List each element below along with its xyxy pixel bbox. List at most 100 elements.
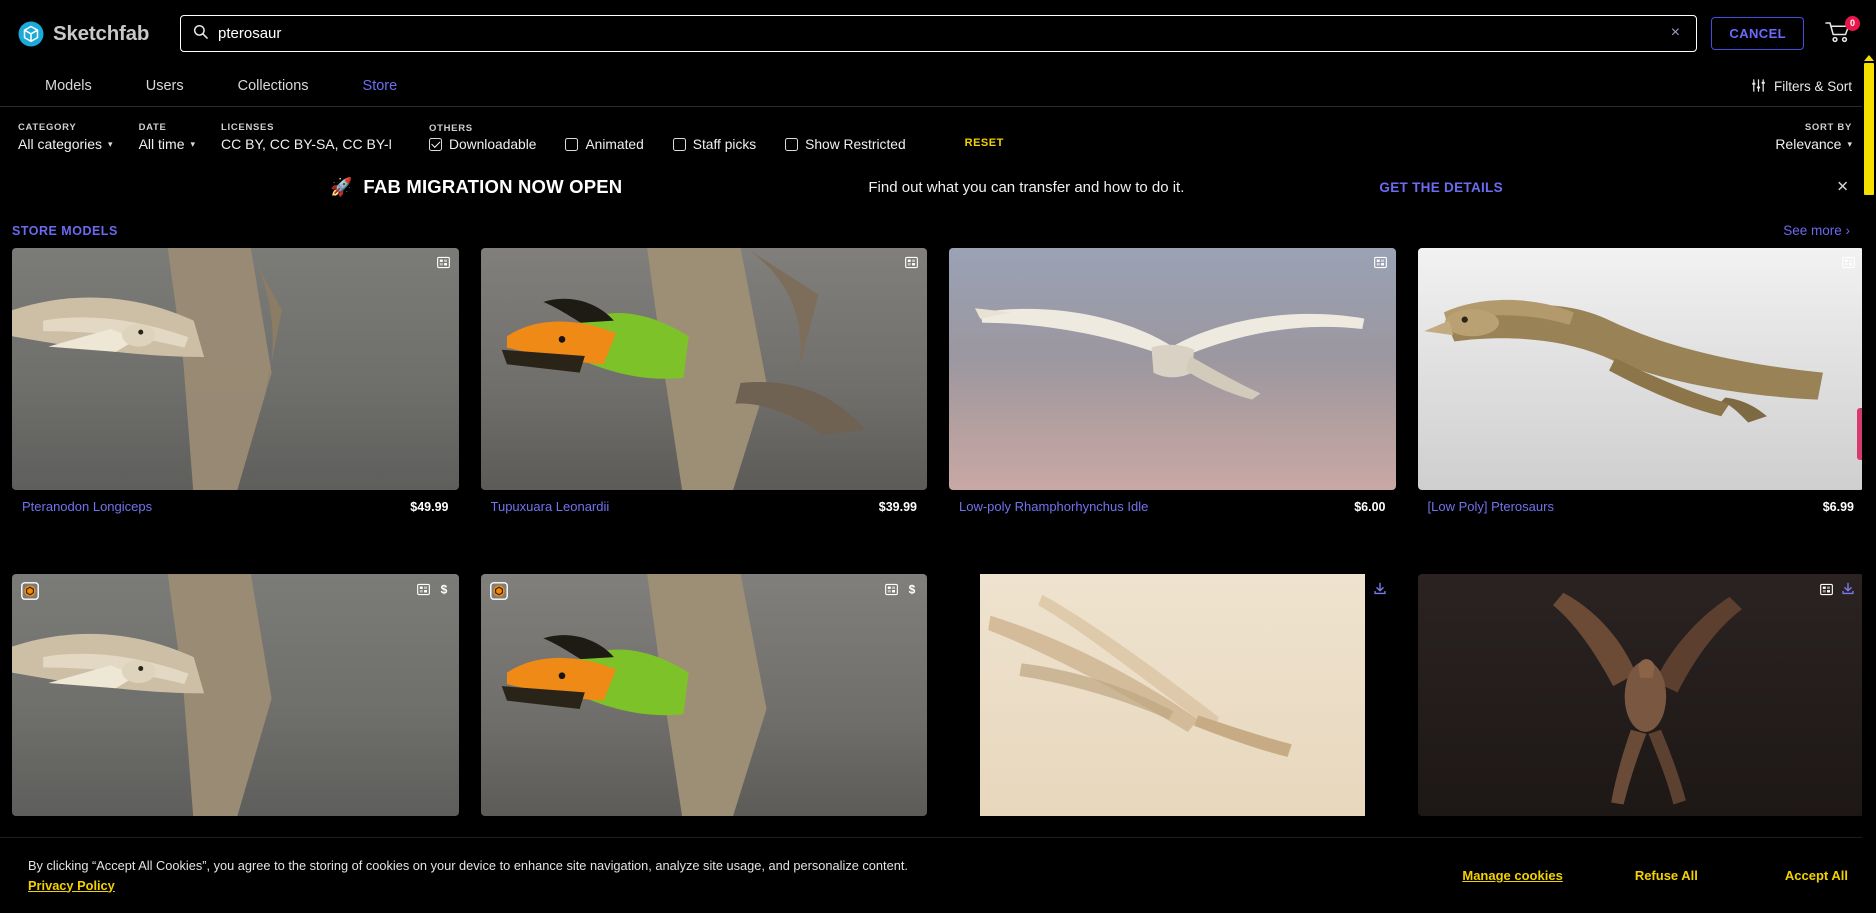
texture-icon bbox=[885, 583, 898, 601]
model-card[interactable]: $ bbox=[12, 574, 459, 825]
model-preview-art bbox=[501, 574, 767, 816]
checkbox-staff-picks[interactable]: Staff picks bbox=[672, 137, 756, 152]
model-preview-art bbox=[988, 594, 1292, 757]
see-more-link[interactable]: See more › bbox=[1783, 223, 1850, 238]
model-thumbnail[interactable]: $ bbox=[12, 574, 459, 816]
cart-button[interactable]: 0 bbox=[1824, 15, 1860, 49]
model-preview-art bbox=[974, 308, 1365, 400]
chevron-down-icon: ▾ bbox=[190, 138, 196, 149]
dollar-icon: $ bbox=[438, 582, 450, 601]
fab-banner-heading: 🚀 FAB MIGRATION NOW OPEN bbox=[330, 176, 622, 198]
model-thumbnail[interactable] bbox=[949, 248, 1396, 490]
model-thumbnail[interactable] bbox=[12, 248, 459, 490]
model-card[interactable]: [Low Poly] Pterosaurs $6.99 bbox=[1417, 248, 1864, 514]
model-title[interactable]: Low-poly Rhamphorhynchus Idle bbox=[959, 499, 1148, 514]
texture-icon bbox=[416, 583, 430, 601]
model-price: $49.99 bbox=[410, 499, 449, 514]
fab-banner-cta-link[interactable]: GET THE DETAILS bbox=[1379, 180, 1503, 195]
model-preview-art bbox=[1423, 299, 1823, 423]
checkbox-downloadable[interactable]: Downloadable bbox=[429, 137, 536, 152]
checkbox-animated[interactable]: Animated bbox=[565, 137, 644, 152]
filter-others-checkboxes: Downloadable Animated Staff picks Show R… bbox=[429, 137, 935, 152]
model-card[interactable] bbox=[949, 574, 1396, 825]
model-thumbnail[interactable] bbox=[1417, 248, 1864, 490]
cookie-consent-message: By clicking “Accept All Cookies”, you ag… bbox=[28, 857, 908, 873]
search-input[interactable] bbox=[218, 25, 1657, 42]
model-meta: Tupuxuara Leonardii $39.99 bbox=[481, 490, 928, 514]
section-title-store-models[interactable]: STORE MODELS bbox=[12, 224, 118, 238]
scrollbar-up-arrow-icon[interactable] bbox=[1864, 55, 1874, 61]
model-card[interactable]: Low-poly Rhamphorhynchus Idle $6.00 bbox=[949, 248, 1396, 514]
store-models-section-header: STORE MODELS See more › bbox=[0, 215, 1876, 248]
model-title[interactable]: Tupuxuara Leonardii bbox=[491, 499, 610, 514]
model-preview-art bbox=[12, 574, 272, 816]
manage-cookies-button[interactable]: Manage cookies bbox=[1462, 868, 1562, 883]
top-bar: Sketchfab × CANCEL 0 bbox=[0, 0, 1876, 67]
store-models-grid-row-1: Pteranodon Longiceps $49.99 Tupuxuara Le… bbox=[0, 248, 1876, 514]
fab-banner-message: Find out what you can transfer and how t… bbox=[868, 178, 1185, 196]
brand-logo-link[interactable]: Sketchfab bbox=[18, 21, 166, 47]
filter-licenses-value: CC BY, CC BY-SA, CC BY-ND, C bbox=[221, 136, 391, 152]
model-card[interactable]: $ bbox=[480, 574, 927, 825]
model-badges bbox=[905, 256, 918, 274]
checkbox-downloadable-label: Downloadable bbox=[449, 137, 537, 152]
sort-by-label: SORT BY bbox=[1804, 122, 1852, 133]
model-thumbnail[interactable] bbox=[949, 574, 1396, 816]
filter-category-dropdown[interactable]: All categories ▾ bbox=[18, 136, 113, 152]
model-title[interactable]: [Low Poly] Pterosaurs bbox=[1428, 499, 1554, 514]
model-meta bbox=[1418, 816, 1865, 825]
search-bar[interactable]: × bbox=[180, 15, 1698, 52]
tab-models[interactable]: Models bbox=[18, 68, 119, 105]
model-badges bbox=[436, 256, 450, 274]
page-scrollbar[interactable] bbox=[1862, 55, 1876, 913]
model-preview-art bbox=[1552, 592, 1742, 805]
model-price: $39.99 bbox=[878, 499, 917, 514]
sort-by-dropdown[interactable]: Relevance ▾ bbox=[1775, 136, 1852, 152]
svg-text:$: $ bbox=[909, 583, 916, 597]
texture-icon bbox=[1842, 256, 1855, 274]
filter-licenses-label: LICENSES bbox=[221, 122, 275, 133]
close-banner-icon[interactable]: ✕ bbox=[1836, 180, 1849, 195]
filter-category-value: All categories bbox=[18, 136, 103, 152]
sketchfab-search-page: Sketchfab × CANCEL 0 bbox=[0, 0, 1876, 913]
reset-filters-button[interactable]: RESET bbox=[965, 137, 1004, 149]
model-badges bbox=[1373, 256, 1387, 274]
model-preview-art bbox=[501, 248, 865, 490]
filters-and-sort-label: Filters & Sort bbox=[1773, 79, 1852, 94]
filter-date-dropdown[interactable]: All time ▾ bbox=[139, 136, 195, 152]
texture-icon bbox=[905, 256, 918, 274]
texture-icon bbox=[436, 256, 450, 274]
cookie-consent-bar: By clicking “Accept All Cookies”, you ag… bbox=[0, 837, 1876, 913]
clear-search-icon[interactable]: × bbox=[1666, 24, 1684, 43]
fab-migration-banner: 🚀 FAB MIGRATION NOW OPEN Find out what y… bbox=[0, 159, 1876, 215]
model-title[interactable]: Pteranodon Longiceps bbox=[22, 499, 152, 514]
filter-bar: CATEGORY All categories ▾ DATE All time … bbox=[0, 107, 1876, 159]
cookie-consent-text: By clicking “Accept All Cookies”, you ag… bbox=[28, 856, 928, 896]
tab-users[interactable]: Users bbox=[119, 68, 211, 105]
filter-date: DATE All time ▾ bbox=[139, 122, 195, 152]
scrollbar-thumb[interactable] bbox=[1864, 63, 1874, 195]
accept-all-button[interactable]: Accept All bbox=[1785, 868, 1848, 883]
privacy-policy-link[interactable]: Privacy Policy bbox=[28, 878, 115, 893]
sketchfab-logo-icon bbox=[18, 21, 44, 47]
sponsored-badge bbox=[489, 582, 508, 605]
refuse-all-button[interactable]: Refuse All bbox=[1635, 868, 1698, 883]
model-card[interactable]: Tupuxuara Leonardii $39.99 bbox=[480, 248, 928, 514]
tab-collections[interactable]: Collections bbox=[211, 68, 336, 105]
checkbox-show-restricted[interactable]: Show Restricted bbox=[785, 137, 906, 152]
svg-text:$: $ bbox=[440, 583, 447, 597]
model-thumbnail[interactable] bbox=[480, 248, 927, 490]
texture-icon bbox=[1820, 583, 1833, 601]
filters-and-sort-button[interactable]: Filters & Sort bbox=[1751, 78, 1852, 96]
cancel-button[interactable]: CANCEL bbox=[1711, 17, 1804, 50]
model-card[interactable]: Pteranodon Longiceps $49.99 bbox=[12, 248, 459, 514]
search-icon bbox=[193, 24, 208, 44]
filter-licenses: LICENSES CC BY, CC BY-SA, CC BY-ND, C ▾ bbox=[221, 122, 391, 152]
model-thumbnail[interactable]: $ bbox=[480, 574, 927, 816]
tab-store[interactable]: Store bbox=[336, 68, 425, 105]
filter-others: OTHERS Downloadable Animated Staff picks… bbox=[429, 123, 935, 152]
filter-licenses-dropdown[interactable]: CC BY, CC BY-SA, CC BY-ND, C ▾ bbox=[221, 136, 391, 152]
model-card[interactable] bbox=[1417, 574, 1865, 825]
model-badges bbox=[1842, 256, 1855, 274]
model-thumbnail[interactable] bbox=[1417, 574, 1864, 816]
